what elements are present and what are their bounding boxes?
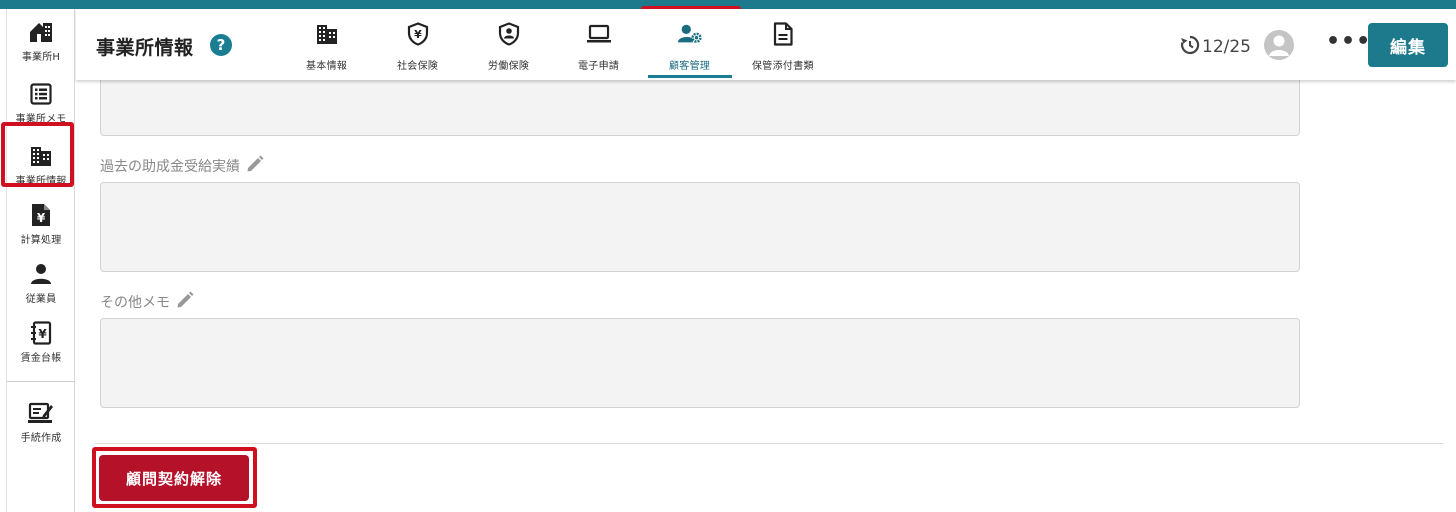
sidebar-divider [7, 381, 75, 382]
previous-field-textarea[interactable] [100, 80, 1300, 136]
edit-form-icon [28, 400, 54, 426]
sidebar-item-label: 手続作成 [20, 433, 62, 444]
sidebar-item-office-home[interactable]: 事業所H [7, 19, 75, 63]
tab-e-application[interactable]: 電子申請 [578, 21, 619, 72]
tab-label: 電子申請 [578, 61, 620, 72]
more-menu-button[interactable]: ••• [1326, 29, 1371, 54]
sidebar-item-label: 計算処理 [20, 235, 62, 246]
yen-shield-icon: ¥ [405, 21, 431, 47]
yen-ledger-icon: ¥ [28, 320, 54, 346]
pencil-icon[interactable] [176, 291, 194, 313]
tab-label: 社会保険 [397, 61, 439, 72]
history-count: 12/25 [1202, 37, 1251, 57]
other-memo-textarea[interactable] [100, 318, 1300, 408]
top-header: 事業所情報 ? 基本情報 ¥ 社会保険 労働保険 電子申請 顧客管理 保管添付書… [76, 9, 1456, 80]
field-label-text: その他メモ [100, 295, 170, 311]
tab-customer-management[interactable]: 顧客管理 [669, 21, 710, 72]
past-subsidy-label: 過去の助成金受給実績 [100, 155, 264, 177]
sidebar-item-calculation[interactable]: ¥ 計算処理 [7, 202, 75, 246]
sidebar-item-employees[interactable]: 従業員 [7, 261, 75, 305]
edit-button[interactable]: 編集 [1368, 23, 1448, 67]
page-title: 事業所情報 [96, 37, 194, 59]
sidebar-item-wage-ledger[interactable]: ¥ 賃金台帳 [7, 320, 75, 364]
pencil-icon[interactable] [246, 155, 264, 177]
building-icon [314, 21, 340, 47]
tab-label: 労働保険 [488, 61, 530, 72]
tab-label: 顧客管理 [669, 61, 711, 72]
tab-labor-insurance[interactable]: 労働保険 [488, 21, 529, 72]
sidebar-item-label: 賃金台帳 [20, 353, 62, 364]
content-divider [95, 443, 1443, 444]
yen-document-icon: ¥ [28, 202, 54, 228]
sidebar-item-label: 事業所H [21, 52, 61, 63]
tab-stored-documents[interactable]: 保管添付書類 [752, 21, 814, 72]
person-shield-icon [496, 21, 522, 47]
help-icon[interactable]: ? [210, 34, 232, 56]
user-gear-icon [677, 21, 703, 47]
history-icon [1180, 35, 1200, 59]
home-building-icon [28, 19, 54, 45]
sidebar: 事業所H 事業所メモ 事業所情報 ¥ 計算処理 従業員 ¥ 賃金台帳 手続作成 [6, 9, 75, 512]
active-tab-indicator [648, 75, 732, 78]
svg-text:¥: ¥ [37, 211, 46, 225]
tab-social-insurance[interactable]: ¥ 社会保険 [397, 21, 438, 72]
history-button[interactable]: 12/25 [1180, 35, 1251, 59]
svg-text:¥: ¥ [38, 327, 47, 341]
svg-text:¥: ¥ [414, 28, 422, 41]
other-memo-label: その他メモ [100, 291, 194, 313]
tab-label: 保管添付書類 [752, 61, 814, 72]
sidebar-item-office-memo[interactable]: 事業所メモ [7, 81, 75, 125]
tab-label: 基本情報 [306, 61, 348, 72]
document-icon [770, 21, 796, 47]
past-subsidy-textarea[interactable] [100, 182, 1300, 272]
button-highlight-box [92, 447, 257, 508]
sidebar-highlight-box [1, 122, 74, 187]
sidebar-item-procedure-create[interactable]: 手続作成 [7, 400, 75, 444]
sidebar-item-label: 従業員 [25, 294, 57, 305]
field-label-text: 過去の助成金受給実績 [100, 159, 240, 175]
user-avatar[interactable] [1264, 30, 1294, 60]
list-memo-icon [28, 81, 54, 107]
person-icon [28, 261, 54, 287]
tab-basic-info[interactable]: 基本情報 [306, 21, 347, 72]
laptop-icon [586, 21, 612, 47]
